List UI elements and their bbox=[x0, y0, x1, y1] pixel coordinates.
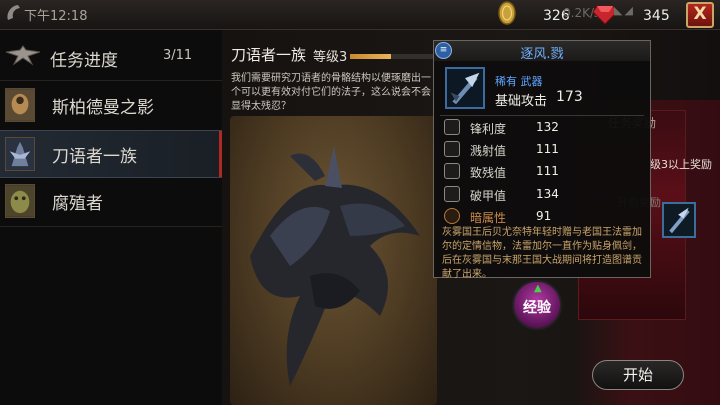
wifi-signal-icon: ◣◢ bbox=[614, 4, 635, 17]
quest-item-label: 斯柏德曼之影 bbox=[52, 98, 154, 118]
bladespeaker-thumb bbox=[5, 137, 35, 171]
start-button[interactable]: 开始 bbox=[592, 360, 684, 390]
divider bbox=[0, 226, 222, 227]
rotborn-thumb bbox=[5, 184, 35, 218]
experience-button[interactable]: ▲ 经验 bbox=[512, 280, 562, 330]
arrow-up-icon: ▲ bbox=[534, 283, 542, 294]
stat-name: 暗属性 bbox=[470, 211, 507, 225]
stat-row: 溅射值 111 bbox=[444, 141, 644, 160]
quest-sidebar: 任务进度 3/11 斯柏德曼之影 刀语者一族 腐殖者 bbox=[0, 30, 222, 405]
quest-level: 等级3 bbox=[313, 50, 348, 65]
system-time: 下午12:18 bbox=[24, 9, 88, 24]
dark-element-icon bbox=[444, 208, 460, 224]
quest-description: 我们需要研究刀语者的骨骼结构以便琢磨出一个可以更有效对付它们的法子，这么说会不会… bbox=[231, 73, 431, 112]
item-tooltip: ≡ 逐风.戮 稀有 武器 基础攻击 173 锋利度 132 溅射值 111 致残… bbox=[433, 40, 651, 280]
item-name: 逐风.戮 bbox=[520, 47, 564, 62]
quest-progress-count: 3/11 bbox=[163, 48, 193, 63]
monster-illustration bbox=[230, 116, 437, 405]
level-progress-bar bbox=[350, 54, 440, 59]
tooltip-header: ≡ 逐风.戮 bbox=[434, 41, 650, 62]
splash-icon bbox=[444, 141, 460, 157]
experience-label: 经验 bbox=[523, 300, 551, 316]
status-bar: 下午12:18 326 0.2K/s ◣◢ 345 X bbox=[0, 0, 720, 30]
stat-name: 溅射值 bbox=[470, 144, 507, 158]
quest-item-label: 腐殖者 bbox=[52, 194, 103, 214]
stat-row: 锋利度 132 bbox=[444, 119, 644, 138]
stat-value: 111 bbox=[536, 164, 559, 178]
base-attack-value: 173 bbox=[556, 89, 583, 105]
winged-emblem-icon bbox=[5, 45, 41, 66]
quest-item-bladespeaker[interactable]: 刀语者一族 bbox=[0, 130, 222, 178]
gold-coin-icon bbox=[498, 1, 516, 25]
armor-break-icon bbox=[444, 186, 460, 202]
bladespeaker-creature-art bbox=[250, 146, 420, 386]
quest-title: 刀语者一族 bbox=[231, 46, 307, 64]
gem-amount: 345 bbox=[643, 8, 670, 24]
quest-progress-header: 任务进度 3/11 bbox=[0, 38, 222, 78]
quest-progress-title: 任务进度 bbox=[50, 51, 118, 71]
shadow-monster-thumb bbox=[5, 88, 35, 122]
weapon-item-icon bbox=[445, 67, 485, 109]
stat-name: 致残值 bbox=[470, 166, 507, 180]
stat-row: 破甲值 134 bbox=[444, 186, 644, 205]
divider bbox=[0, 80, 222, 81]
quest-item-label: 刀语者一族 bbox=[52, 147, 137, 167]
stat-row: 致残值 111 bbox=[444, 163, 644, 182]
quest-item-shadow[interactable]: 斯柏德曼之影 bbox=[0, 82, 222, 130]
stat-name: 破甲值 bbox=[470, 189, 507, 203]
stat-value: 132 bbox=[536, 120, 559, 134]
level-progress-fill bbox=[350, 54, 391, 59]
stat-value: 91 bbox=[536, 209, 552, 223]
blade-icon bbox=[444, 119, 460, 135]
item-lore: 灰雾国王后贝尤奈特年轻时赠与老国王法雷加尔的定情信物，法雷加尔一直作为贴身佩剑，… bbox=[442, 227, 642, 280]
quest-item-rotborn[interactable]: 腐殖者 bbox=[0, 178, 222, 226]
close-button[interactable]: X bbox=[686, 2, 714, 28]
reward-condition: 级3以上奖励 bbox=[650, 158, 712, 171]
stat-name: 锋利度 bbox=[470, 122, 507, 136]
stat-value: 111 bbox=[536, 142, 559, 156]
maim-icon bbox=[444, 163, 460, 179]
phone-icon bbox=[7, 5, 21, 20]
stat-row: 暗属性 91 bbox=[444, 208, 644, 227]
reward-weapon-icon[interactable] bbox=[662, 202, 696, 238]
divider bbox=[440, 115, 644, 116]
base-attack-label: 基础攻击 bbox=[495, 94, 548, 109]
stat-value: 134 bbox=[536, 187, 559, 201]
item-rarity: 稀有 武器 bbox=[495, 75, 543, 88]
